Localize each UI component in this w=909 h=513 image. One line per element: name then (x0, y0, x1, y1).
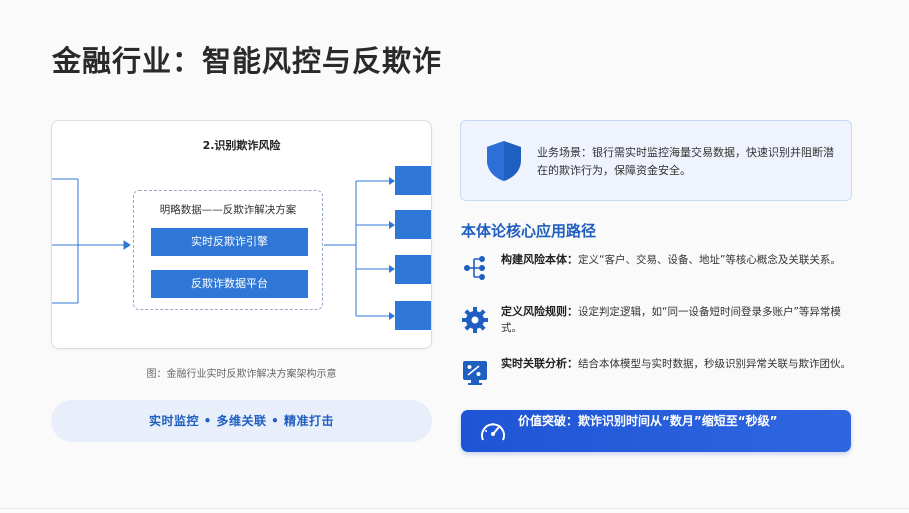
value-text: 价值突破：欺诈识别时间从“数月”缩短至“秒级” (518, 414, 778, 428)
analytics-icon (463, 361, 487, 385)
gauge-icon (481, 423, 505, 441)
output-block (395, 210, 431, 239)
page-title: 金融行业：智能风控与反欺诈 (52, 44, 443, 78)
business-scenario-panel: 业务场景：银行需实时监控海量交易数据，快速识别并阻断潜在的欺诈行为，保障资金安全… (460, 120, 852, 201)
diagram-heading: 2.识别欺诈风险 (202, 139, 281, 152)
diagram-caption: 图：金融行业实时反欺诈解决方案架构示意 (146, 369, 337, 380)
section-heading: 本体论核心应用路径 (461, 222, 597, 240)
fraud-data-platform-block: 反欺诈数据平台 (151, 270, 308, 298)
capability-tags: 实时监控 • 多维关联 • 精准打击 (51, 400, 432, 442)
output-block (395, 301, 431, 330)
feature-label: 定义风险规则： (501, 305, 578, 318)
divider (0, 508, 909, 509)
feature-label: 构建风险本体： (501, 253, 578, 266)
network-icon (464, 256, 485, 280)
value-highlight-bar: 价值突破：欺诈识别时间从“数月”缩短至“秒级” (461, 410, 851, 452)
architecture-diagram: 2.识别欺诈风险 明略数据——反欺诈解决方案 实时反欺诈引擎 反欺诈数据平台 (51, 120, 432, 349)
fraud-engine-block: 实时反欺诈引擎 (151, 228, 308, 256)
solution-group-title: 明略数据——反欺诈解决方案 (159, 204, 297, 216)
gear-icon (462, 307, 488, 333)
shield-icon (487, 141, 521, 181)
feature-description: 结合本体模型与实时数据，秒级识别异常关联与欺诈团伙。 (578, 358, 851, 370)
feature-label: 实时关联分析： (501, 357, 578, 370)
output-block (395, 166, 431, 195)
scenario-text: 业务场景：银行需实时监控海量交易数据，快速识别并阻断潜在的欺诈行为，保障资金安全… (537, 146, 834, 177)
output-block (395, 255, 431, 284)
solution-group: 明略数据——反欺诈解决方案 实时反欺诈引擎 反欺诈数据平台 (133, 190, 323, 310)
feature-description: 定义“客户、交易、设备、地址”等核心概念及关联关系。 (578, 254, 841, 266)
